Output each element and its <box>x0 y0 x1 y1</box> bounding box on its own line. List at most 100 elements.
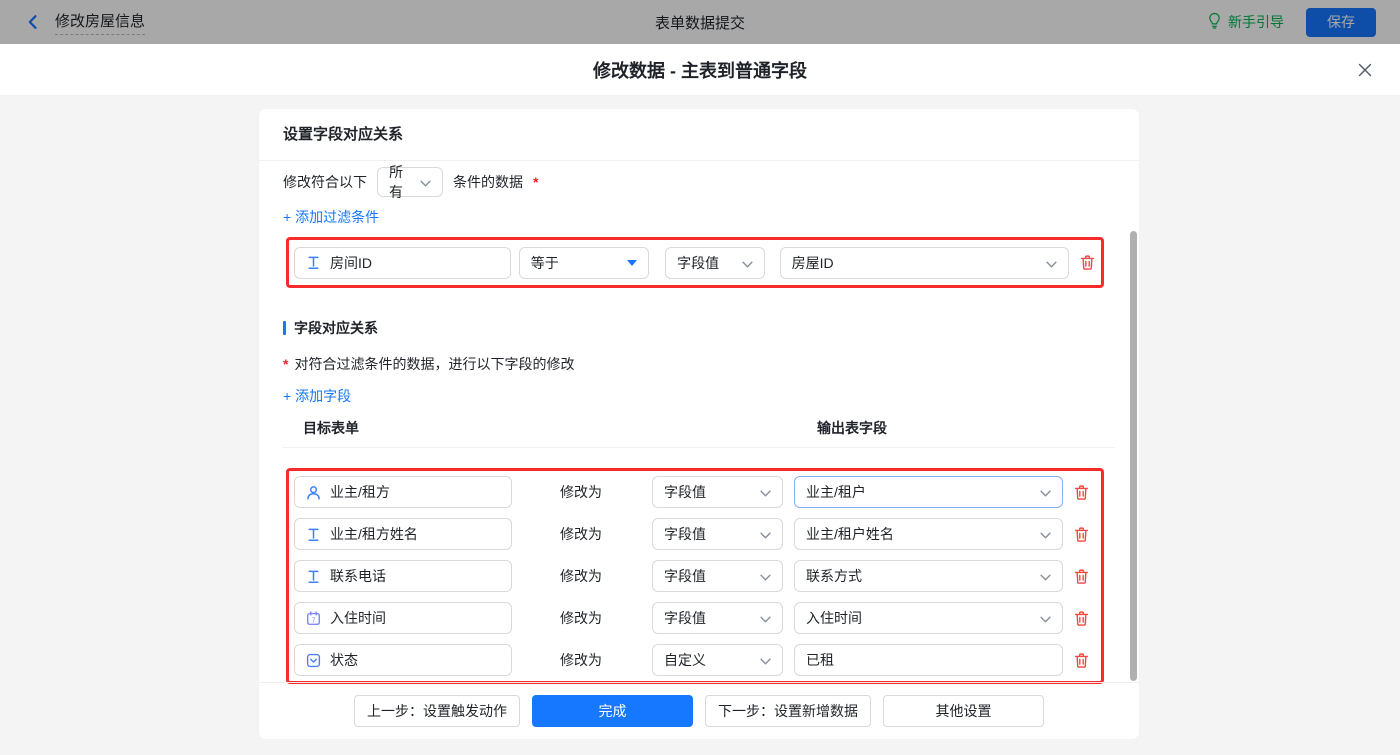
panel-footer: 上一步：设置触发动作 完成 下一步：设置新增数据 其他设置 <box>259 682 1139 739</box>
target-field-value: 入住时间 <box>330 608 386 628</box>
chevron-down-icon <box>1040 484 1051 500</box>
output-field-value: 联系方式 <box>806 566 862 586</box>
filter-operator-value: 等于 <box>531 253 559 273</box>
output-field-select[interactable]: 业主/租户 <box>794 476 1063 508</box>
target-field-input[interactable]: 7 入住时间 <box>294 602 512 634</box>
trash-icon[interactable] <box>1073 652 1090 669</box>
config-panel: 设置字段对应关系 修改符合以下 所有 条件的数据 * + 添加过滤条件 <box>258 108 1140 740</box>
output-field-value: 业主/租户姓名 <box>806 524 894 544</box>
output-field-select[interactable]: 联系方式 <box>794 560 1063 592</box>
chevron-down-icon <box>1040 526 1051 542</box>
person-icon <box>306 485 321 500</box>
target-field-input[interactable]: 业主/租方 <box>294 476 512 508</box>
value-method-value: 字段值 <box>664 482 706 502</box>
filter-highlight-box: 房间ID 等于 字段值 房屋ID <box>286 237 1104 288</box>
mapping-column-headers: 目标表单 输出表字段 <box>283 418 1115 448</box>
column-output-field: 输出表字段 <box>817 418 887 438</box>
modify-label: 修改为 <box>560 650 602 670</box>
mapping-row: 联系电话 修改为 字段值 联系方式 <box>294 560 1096 592</box>
mapping-highlight-box: 业主/租方 修改为 字段值 业主/租户 业主/租方姓名 修改为 字段值 业主/租… <box>286 468 1104 684</box>
topbar: 修改房屋信息 表单数据提交 新手引导 保存 <box>0 0 1400 44</box>
required-asterisk: * <box>283 356 288 372</box>
output-field-select[interactable]: 业主/租户姓名 <box>794 518 1063 550</box>
page: 修改房屋信息 表单数据提交 新手引导 保存 修改数据 - 主表到普通字段 设置字… <box>0 0 1400 755</box>
value-method-select[interactable]: 自定义 <box>652 644 783 676</box>
chevron-down-icon <box>1040 568 1051 584</box>
value-method-select[interactable]: 字段值 <box>652 476 783 508</box>
filter-value-select[interactable]: 房屋ID <box>780 247 1069 279</box>
modal-body: 设置字段对应关系 修改符合以下 所有 条件的数据 * + 添加过滤条件 <box>0 96 1400 755</box>
add-filter-link[interactable]: + 添加过滤条件 <box>283 207 379 227</box>
modify-label: 修改为 <box>560 566 602 586</box>
value-method-select[interactable]: 字段值 <box>652 602 783 634</box>
output-field-value: 入住时间 <box>806 608 862 628</box>
mapping-section-title: 字段对应关系 <box>283 318 1115 338</box>
value-method-value: 字段值 <box>664 566 706 586</box>
mapping-description: * 对符合过滤条件的数据，进行以下字段的修改 <box>283 354 1115 374</box>
target-field-value: 业主/租方 <box>330 482 390 502</box>
svg-text:7: 7 <box>312 617 316 624</box>
condition-prefix-label: 修改符合以下 <box>283 172 367 192</box>
value-method-value: 字段值 <box>664 608 706 628</box>
target-field-input[interactable]: 业主/租方姓名 <box>294 518 512 550</box>
scrollbar-thumb[interactable] <box>1130 231 1137 681</box>
filter-field-input[interactable]: 房间ID <box>294 247 511 279</box>
value-method-select[interactable]: 字段值 <box>652 518 783 550</box>
target-field-value: 业主/租方姓名 <box>330 524 418 544</box>
mapping-row: 业主/租方 修改为 字段值 业主/租户 <box>294 476 1096 508</box>
value-method-select[interactable]: 字段值 <box>652 560 783 592</box>
close-icon[interactable] <box>1356 61 1374 79</box>
modify-label: 修改为 <box>560 608 602 628</box>
output-custom-value-input[interactable]: 已租 <box>794 644 1063 676</box>
calendar-icon: 7 <box>306 611 321 626</box>
target-field-input[interactable]: 状态 <box>294 644 512 676</box>
filter-row: 房间ID 等于 字段值 房屋ID <box>294 247 1096 279</box>
filter-valuetype-select[interactable]: 字段值 <box>665 247 765 279</box>
trash-icon[interactable] <box>1073 610 1090 627</box>
condition-scope-select[interactable]: 所有 <box>377 167 443 197</box>
target-field-value: 状态 <box>330 650 358 670</box>
text-field-icon <box>306 255 321 270</box>
condition-suffix-label: 条件的数据 <box>453 172 523 192</box>
select-icon <box>306 653 321 668</box>
mapping-section-label: 字段对应关系 <box>294 318 378 338</box>
text-icon <box>306 569 321 584</box>
modify-label: 修改为 <box>560 482 602 502</box>
output-field-value: 业主/租户 <box>806 482 866 502</box>
add-field-link[interactable]: + 添加字段 <box>283 386 351 406</box>
section-accent-bar <box>283 321 286 335</box>
filter-operator-select[interactable]: 等于 <box>519 247 649 279</box>
chevron-down-icon <box>1046 255 1057 271</box>
mapping-row: 7 入住时间 修改为 字段值 入住时间 <box>294 602 1096 634</box>
trash-icon[interactable] <box>1079 254 1096 271</box>
mapping-row: 状态 修改为 自定义 已租 <box>294 644 1096 676</box>
chevron-down-icon <box>760 526 771 542</box>
target-field-value: 联系电话 <box>330 566 386 586</box>
trash-icon[interactable] <box>1073 568 1090 585</box>
caret-down-icon <box>627 260 637 266</box>
mapping-row: 业主/租方姓名 修改为 字段值 业主/租户姓名 <box>294 518 1096 550</box>
prev-step-button[interactable]: 上一步：设置触发动作 <box>354 695 520 727</box>
trash-icon[interactable] <box>1073 526 1090 543</box>
condition-line: 修改符合以下 所有 条件的数据 * <box>283 167 1115 197</box>
condition-scope-value: 所有 <box>389 162 411 202</box>
next-step-button[interactable]: 下一步：设置新增数据 <box>705 695 871 727</box>
done-button[interactable]: 完成 <box>532 695 693 727</box>
chevron-down-icon <box>760 484 771 500</box>
value-method-value: 自定义 <box>664 650 706 670</box>
chevron-down-icon <box>760 568 771 584</box>
chevron-down-icon <box>420 174 431 190</box>
text-icon <box>306 527 321 542</box>
filter-valuetype-value: 字段值 <box>677 253 719 273</box>
target-field-input[interactable]: 联系电话 <box>294 560 512 592</box>
chevron-down-icon <box>742 255 753 271</box>
trash-icon[interactable] <box>1073 484 1090 501</box>
mapping-rows: 业主/租方 修改为 字段值 业主/租户 业主/租方姓名 修改为 字段值 业主/租… <box>294 476 1096 676</box>
other-settings-button[interactable]: 其他设置 <box>883 695 1044 727</box>
output-field-select[interactable]: 入住时间 <box>794 602 1063 634</box>
filter-field-value: 房间ID <box>330 253 372 273</box>
modal-dim-overlay <box>0 0 1400 44</box>
required-asterisk: * <box>533 174 538 190</box>
mapping-description-text: 对符合过滤条件的数据，进行以下字段的修改 <box>294 354 574 374</box>
modal-title: 修改数据 - 主表到普通字段 <box>593 57 807 83</box>
